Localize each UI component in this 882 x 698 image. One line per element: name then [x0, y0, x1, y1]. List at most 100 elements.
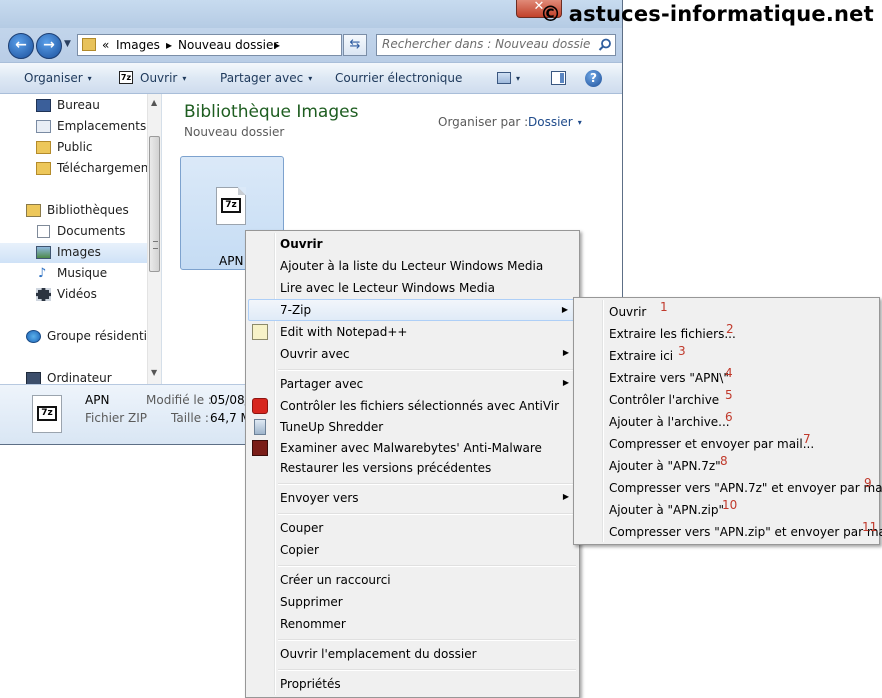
7zip-archive-icon: 7z — [216, 187, 246, 225]
breadcrumb-overflow[interactable]: « — [102, 38, 109, 52]
nav-item-public[interactable]: Public — [0, 138, 147, 158]
nav-item-bibliotheques[interactable]: Bibliothèques — [0, 201, 147, 221]
menu-label: Ajouter à "APN.7z" — [609, 459, 721, 473]
nav-item-groupe-residentiel[interactable]: Groupe résidentiel — [0, 327, 158, 347]
menu-item-supprimer[interactable]: Supprimer — [248, 591, 577, 613]
zip-item-controler-archive[interactable]: Contrôler l'archive 5 — [576, 387, 877, 409]
arrange-by-dropdown[interactable]: Dossier ▾ — [528, 115, 582, 129]
menu-item-ouvrir-avec[interactable]: Ouvrir avec ▶ — [248, 343, 577, 365]
recent-pages-dropdown-icon[interactable]: ▼ — [64, 39, 71, 49]
menu-item-play-with-wmp[interactable]: Lire avec le Lecteur Windows Media — [248, 277, 577, 299]
refresh-icon: ⇆ — [349, 37, 361, 52]
nav-item-telechargements[interactable]: Téléchargements — [0, 159, 159, 179]
nav-item-musique[interactable]: ♪ Musique — [0, 264, 147, 284]
share-button[interactable]: Partager avec ▾ — [220, 71, 312, 85]
zip-item-ajouter-archive[interactable]: Ajouter à l'archive... 6 — [576, 409, 877, 431]
menu-label: Partager avec — [280, 377, 364, 391]
organize-button[interactable]: Organiser ▾ — [24, 71, 92, 85]
nav-item-documents[interactable]: Documents — [0, 222, 147, 242]
zip-item-extraire-ici[interactable]: Extraire ici 3 — [576, 343, 877, 365]
menu-item-couper[interactable]: Couper — [248, 517, 577, 539]
folder-icon — [36, 141, 51, 154]
nav-scrollbar[interactable]: ▲ ▼ — [147, 94, 161, 384]
nav-item-videos[interactable]: Vidéos — [0, 285, 147, 305]
notepadpp-icon — [252, 324, 268, 340]
navigation-pane: Bureau Emplacements ré Public Télécharge… — [0, 94, 162, 384]
menu-item-edit-notepadpp[interactable]: Edit with Notepad++ — [248, 321, 577, 343]
breadcrumb-separator[interactable]: ▸ — [274, 38, 280, 52]
zip-item-compresser-mail[interactable]: Compresser et envoyer par mail... 7 — [576, 431, 877, 453]
menu-label: Compresser vers "APN.7z" et envoyer par … — [609, 481, 882, 495]
zip-item-ajouter-apn-7z[interactable]: Ajouter à "APN.7z" 8 — [576, 453, 877, 475]
menu-item-copier[interactable]: Copier — [248, 539, 577, 561]
breadcrumb-nouveau-dossier[interactable]: Nouveau dossier — [178, 38, 278, 52]
annotation-number: 2 — [726, 322, 734, 336]
malwarebytes-icon — [252, 440, 268, 456]
breadcrumb-separator[interactable]: ▸ — [166, 38, 172, 52]
zip-item-extraire-fichiers[interactable]: Extraire les fichiers... 2 — [576, 321, 877, 343]
forward-button[interactable]: → — [36, 33, 62, 59]
scroll-down-icon[interactable]: ▼ — [151, 368, 157, 377]
zip-item-ouvrir[interactable]: Ouvrir 1 — [576, 299, 877, 321]
refresh-button[interactable]: ⇆ — [343, 34, 367, 56]
menu-item-restore-versions[interactable]: Restaurer les versions précédentes — [248, 457, 577, 479]
zip-item-ajouter-apn-zip[interactable]: Ajouter à "APN.zip" 10 — [576, 497, 877, 519]
nav-label: Bureau — [57, 98, 100, 112]
breadcrumb-images[interactable]: Images — [116, 38, 160, 52]
menu-item-malwarebytes[interactable]: Examiner avec Malwarebytes' Anti-Malware — [248, 437, 577, 459]
email-button[interactable]: Courrier électronique — [335, 71, 462, 85]
change-view-icon[interactable] — [497, 72, 511, 84]
preview-pane-icon[interactable] — [551, 71, 566, 85]
annotation-number: 1 — [660, 300, 668, 314]
nav-label: Vidéos — [57, 287, 97, 301]
menu-label: Ouvrir — [609, 305, 647, 319]
homegroup-icon — [26, 330, 41, 343]
menu-item-add-to-wmp-list[interactable]: Ajouter à la liste du Lecteur Windows Me… — [248, 255, 577, 277]
help-icon[interactable]: ? — [585, 70, 602, 87]
menu-separator — [278, 483, 576, 485]
menu-label: Envoyer vers — [280, 491, 359, 505]
file-type-badge: 7z — [37, 406, 57, 421]
open-label: Ouvrir — [140, 71, 178, 85]
annotation-number: 8 — [720, 454, 728, 468]
nav-item-ordinateur[interactable]: Ordinateur — [0, 369, 147, 384]
title-bar[interactable]: ✕ — [0, 0, 622, 28]
open-button[interactable]: Ouvrir ▾ — [140, 71, 186, 85]
nav-item-bureau[interactable]: Bureau — [0, 96, 147, 116]
scroll-thumb[interactable] — [149, 136, 160, 272]
search-box[interactable] — [376, 34, 616, 56]
menu-item-creer-raccourci[interactable]: Créer un raccourci — [248, 569, 577, 591]
menu-item-ouvrir[interactable]: Ouvrir — [248, 233, 577, 255]
zip-item-extraire-vers-apn[interactable]: Extraire vers "APN\" 4 — [576, 365, 877, 387]
nav-item-images[interactable]: Images — [0, 243, 147, 263]
menu-label: TuneUp Shredder — [280, 420, 384, 434]
menu-item-proprietes[interactable]: Propriétés — [248, 673, 577, 695]
nav-label: Images — [57, 245, 101, 259]
menu-item-envoyer-vers[interactable]: Envoyer vers ▶ — [248, 487, 577, 509]
scroll-up-icon[interactable]: ▲ — [151, 98, 157, 107]
nav-label: Musique — [57, 266, 108, 280]
zip-item-compresser-apn-7z-mail[interactable]: Compresser vers "APN.7z" et envoyer par … — [576, 475, 882, 497]
nav-item-emplacements-recents[interactable]: Emplacements ré — [0, 117, 161, 137]
search-input[interactable] — [382, 37, 590, 51]
zip-item-compresser-apn-zip-mail[interactable]: Compresser vers "APN.zip" et envoyer par… — [576, 519, 882, 541]
computer-icon — [26, 372, 41, 384]
address-bar[interactable]: « Images ▸ Nouveau dossier ▸ ▼ — [77, 34, 411, 56]
menu-item-antivir[interactable]: Contrôler les fichiers sélectionnés avec… — [248, 395, 577, 417]
7zip-icon: 7z — [119, 71, 133, 84]
annotation-number: 11 — [862, 520, 878, 534]
back-arrow-icon: ← — [15, 37, 27, 53]
menu-item-renommer[interactable]: Renommer — [248, 613, 577, 635]
chevron-down-icon: ▾ — [182, 74, 187, 83]
forward-arrow-icon: → — [43, 37, 55, 53]
menu-label: Contrôler l'archive — [609, 393, 720, 407]
menu-item-tuneup-shredder[interactable]: TuneUp Shredder — [248, 416, 577, 438]
nav-label: Bibliothèques — [47, 203, 129, 217]
chevron-down-icon: ▾ — [308, 74, 313, 83]
view-dropdown[interactable]: ▾ — [516, 71, 520, 85]
search-icon[interactable] — [598, 38, 612, 52]
menu-item-ouvrir-emplacement[interactable]: Ouvrir l'emplacement du dossier — [248, 643, 577, 665]
menu-item-partager-avec[interactable]: Partager avec ▶ — [248, 373, 577, 395]
back-button[interactable]: ← — [8, 33, 34, 59]
menu-item-7zip[interactable]: 7-Zip ▶ — [248, 299, 577, 321]
